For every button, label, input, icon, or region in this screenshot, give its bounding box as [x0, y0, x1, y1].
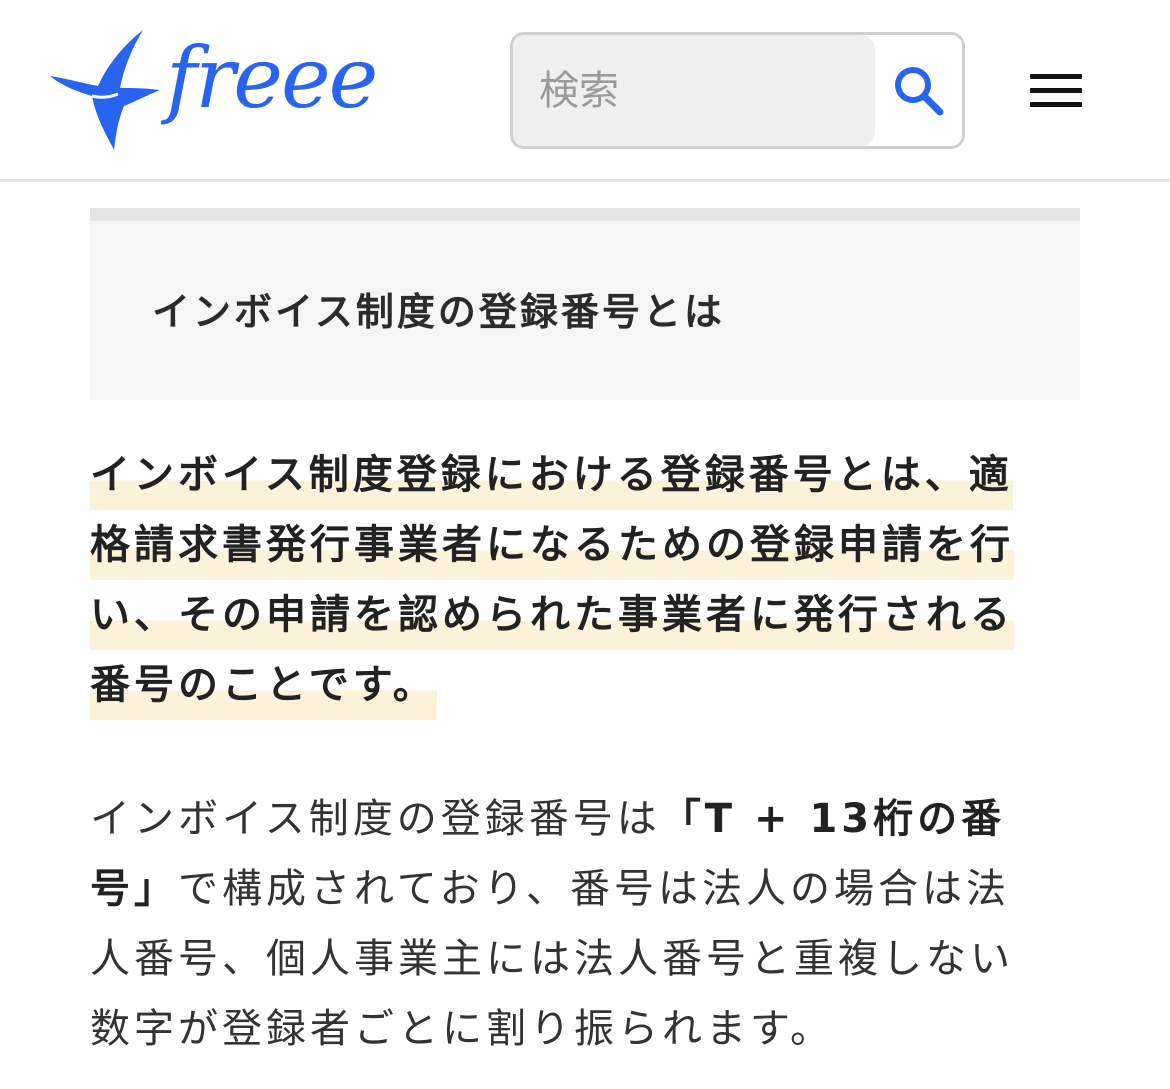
hamburger-menu-icon-bar — [1030, 74, 1082, 79]
lead-line: い、その申請を認められた事業者に発行される — [90, 580, 1014, 650]
lead-line: 格請求書発行事業者になるための登録申請を行 — [90, 510, 1014, 580]
section-heading: インボイス制度の登録番号とは — [152, 290, 725, 334]
search-input[interactable] — [513, 35, 875, 146]
body-line: 人番号、個人事業主には法人番号と重複しない — [90, 936, 1014, 982]
body-text: で構成されており、番号は法人の場合は法 — [178, 866, 1010, 912]
hamburger-menu-icon-bar — [1030, 102, 1082, 107]
search-button[interactable] — [875, 35, 962, 146]
lead-line: インボイス制度登録における登録番号とは、適 — [90, 440, 1013, 510]
search-icon — [894, 66, 943, 115]
search-form — [510, 32, 965, 149]
swallow-bird-icon — [50, 30, 160, 150]
section-heading-box: インボイス制度の登録番号とは — [90, 208, 1080, 400]
body-line: 号」で構成されており、番号は法人の場合は法 — [90, 854, 1010, 924]
body-line: インボイス制度の登録番号は「T + 13桁の番 — [90, 784, 1005, 854]
hamburger-menu-button[interactable] — [1022, 64, 1090, 118]
site-header: freee — [0, 0, 1170, 182]
registration-number-format: 「T + 13桁の番 — [660, 796, 1006, 842]
registration-number-format-end: 号」 — [90, 866, 178, 912]
hamburger-menu-icon-bar — [1030, 88, 1082, 93]
body-line: 数字が登録者ごとに割り振られます。 — [90, 1006, 834, 1052]
body-text: インボイス制度の登録番号は — [90, 796, 661, 842]
lead-line: 番号のことです。 — [90, 650, 437, 720]
freee-logo-link[interactable]: freee — [48, 26, 378, 156]
freee-wordmark: freee — [166, 29, 378, 127]
